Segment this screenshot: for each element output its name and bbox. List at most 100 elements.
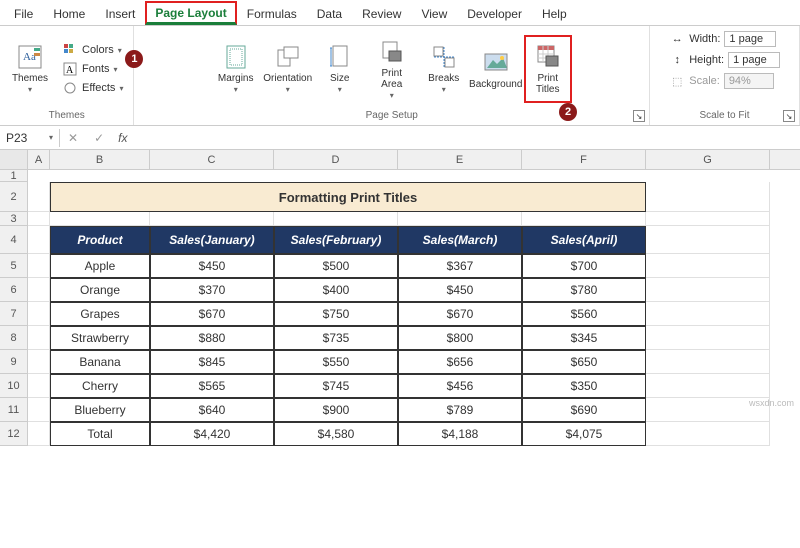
table-header[interactable]: Sales(January): [150, 226, 274, 254]
col-header-a[interactable]: A: [28, 150, 50, 169]
data-cell[interactable]: $370: [150, 278, 274, 302]
tab-data[interactable]: Data: [307, 2, 352, 25]
name-box[interactable]: P23▾: [0, 129, 60, 147]
colors-label: Colors: [82, 44, 114, 56]
select-all-corner[interactable]: [0, 150, 28, 169]
fonts-button[interactable]: AFonts ▾: [58, 60, 127, 78]
enter-icon[interactable]: ✓: [86, 131, 112, 145]
cancel-icon[interactable]: ✕: [60, 131, 86, 145]
col-header-f[interactable]: F: [522, 150, 646, 169]
col-header-b[interactable]: B: [50, 150, 150, 169]
row-header[interactable]: 5: [0, 254, 28, 278]
data-cell[interactable]: $700: [522, 254, 646, 278]
watermark: wsxdn.com: [749, 398, 794, 408]
tab-page-layout[interactable]: Page Layout: [145, 1, 236, 25]
background-button[interactable]: Background: [472, 35, 520, 103]
svg-text:A: A: [66, 65, 74, 76]
data-cell[interactable]: $745: [274, 374, 398, 398]
row-header[interactable]: 10: [0, 374, 28, 398]
tab-view[interactable]: View: [411, 2, 457, 25]
data-cell[interactable]: $4,188: [398, 422, 522, 446]
col-header-g[interactable]: G: [646, 150, 770, 169]
data-cell[interactable]: Orange: [50, 278, 150, 302]
width-select[interactable]: 1 page: [724, 31, 776, 47]
row-header[interactable]: 7: [0, 302, 28, 326]
data-cell[interactable]: $670: [150, 302, 274, 326]
data-cell[interactable]: Grapes: [50, 302, 150, 326]
data-cell[interactable]: $789: [398, 398, 522, 422]
title-cell[interactable]: Formatting Print Titles: [50, 182, 646, 212]
colors-button[interactable]: Colors ▾: [58, 41, 127, 59]
fx-icon[interactable]: fx: [112, 131, 133, 145]
row-header[interactable]: 6: [0, 278, 28, 302]
data-cell[interactable]: $4,580: [274, 422, 398, 446]
data-cell[interactable]: $550: [274, 350, 398, 374]
tab-review[interactable]: Review: [352, 2, 411, 25]
effects-button[interactable]: Effects ▾: [58, 79, 127, 97]
data-cell[interactable]: $4,075: [522, 422, 646, 446]
data-cell[interactable]: Strawberry: [50, 326, 150, 350]
table-header[interactable]: Sales(February): [274, 226, 398, 254]
row-header[interactable]: 2: [0, 182, 28, 212]
data-cell[interactable]: $650: [522, 350, 646, 374]
data-cell[interactable]: $4,420: [150, 422, 274, 446]
data-cell[interactable]: $690: [522, 398, 646, 422]
data-cell[interactable]: $656: [398, 350, 522, 374]
data-cell[interactable]: $845: [150, 350, 274, 374]
data-cell[interactable]: Apple: [50, 254, 150, 278]
data-cell[interactable]: Total: [50, 422, 150, 446]
data-cell[interactable]: $900: [274, 398, 398, 422]
tab-home[interactable]: Home: [43, 2, 95, 25]
data-cell[interactable]: $400: [274, 278, 398, 302]
data-cell[interactable]: Banana: [50, 350, 150, 374]
themes-button[interactable]: Aa Themes ▾: [6, 35, 54, 103]
data-cell[interactable]: $367: [398, 254, 522, 278]
breaks-button[interactable]: Breaks▾: [420, 35, 468, 103]
col-header-d[interactable]: D: [274, 150, 398, 169]
data-cell[interactable]: $750: [274, 302, 398, 326]
data-cell[interactable]: $500: [274, 254, 398, 278]
size-button[interactable]: Size▾: [316, 35, 364, 103]
table-header[interactable]: Sales(March): [398, 226, 522, 254]
data-cell[interactable]: $565: [150, 374, 274, 398]
page-setup-dialog-launcher[interactable]: ↘: [633, 110, 645, 122]
data-cell[interactable]: $450: [398, 278, 522, 302]
print-titles-button[interactable]: Print Titles: [524, 35, 572, 103]
row-header[interactable]: 1: [0, 170, 28, 182]
height-select[interactable]: 1 page: [728, 52, 780, 68]
data-cell[interactable]: $345: [522, 326, 646, 350]
print-area-button[interactable]: Print Area▾: [368, 35, 416, 103]
row-header[interactable]: 9: [0, 350, 28, 374]
data-cell[interactable]: $456: [398, 374, 522, 398]
data-cell[interactable]: $670: [398, 302, 522, 326]
data-cell[interactable]: $735: [274, 326, 398, 350]
scale-dialog-launcher[interactable]: ↘: [783, 110, 795, 122]
tab-insert[interactable]: Insert: [95, 2, 145, 25]
row-header[interactable]: 11: [0, 398, 28, 422]
orientation-button[interactable]: Orientation▾: [264, 35, 312, 103]
ribbon: Aa Themes ▾ Colors ▾ AFonts ▾ Effects ▾ …: [0, 26, 800, 126]
data-cell[interactable]: $560: [522, 302, 646, 326]
tab-file[interactable]: File: [4, 2, 43, 25]
data-cell[interactable]: Blueberry: [50, 398, 150, 422]
table-header[interactable]: Product: [50, 226, 150, 254]
data-cell[interactable]: $880: [150, 326, 274, 350]
data-cell[interactable]: $450: [150, 254, 274, 278]
col-header-e[interactable]: E: [398, 150, 522, 169]
fonts-icon: A: [62, 61, 78, 77]
row-header[interactable]: 3: [0, 212, 28, 226]
data-cell[interactable]: $350: [522, 374, 646, 398]
row-header[interactable]: 4: [0, 226, 28, 254]
tab-formulas[interactable]: Formulas: [237, 2, 307, 25]
row-header[interactable]: 12: [0, 422, 28, 446]
data-cell[interactable]: Cherry: [50, 374, 150, 398]
data-cell[interactable]: $800: [398, 326, 522, 350]
tab-developer[interactable]: Developer: [457, 2, 532, 25]
col-header-c[interactable]: C: [150, 150, 274, 169]
margins-button[interactable]: Margins▾: [212, 35, 260, 103]
row-header[interactable]: 8: [0, 326, 28, 350]
data-cell[interactable]: $640: [150, 398, 274, 422]
data-cell[interactable]: $780: [522, 278, 646, 302]
tab-help[interactable]: Help: [532, 2, 577, 25]
table-header[interactable]: Sales(April): [522, 226, 646, 254]
